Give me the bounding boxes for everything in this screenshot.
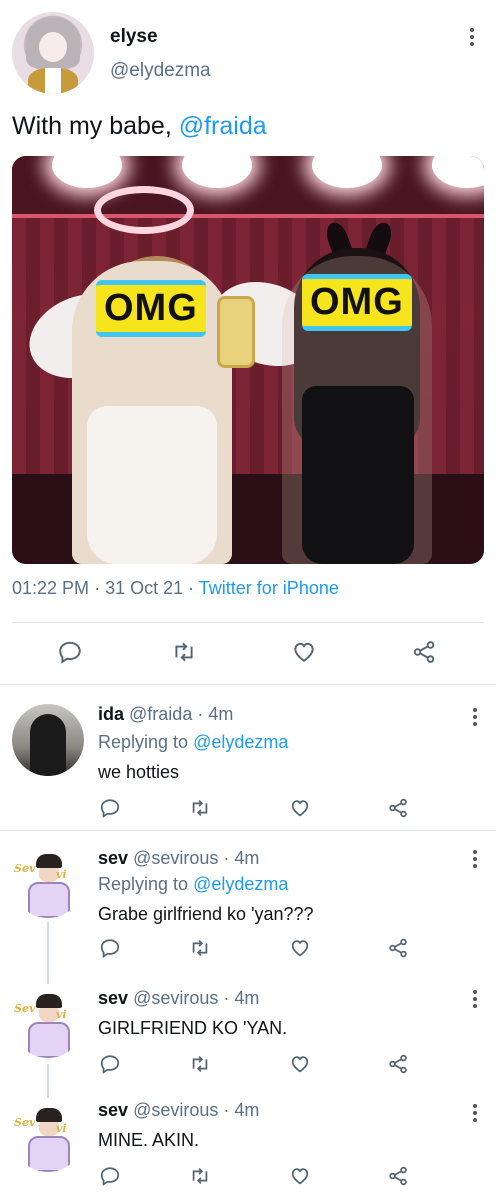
avatar[interactable] bbox=[12, 704, 84, 776]
reply-text: Grabe girlfriend ko 'yan??? bbox=[98, 904, 314, 924]
reply-author-handle[interactable]: @fraida bbox=[129, 704, 192, 724]
retweet-icon bbox=[192, 1056, 208, 1072]
retweet-button[interactable] bbox=[168, 636, 200, 668]
more-icon[interactable] bbox=[472, 990, 478, 1008]
avatar[interactable]: Sev vi bbox=[12, 1100, 84, 1172]
share-button[interactable] bbox=[384, 794, 412, 822]
mention-link[interactable]: @fraida bbox=[179, 112, 267, 140]
reply-header: ida @fraida · 4m bbox=[98, 704, 234, 724]
reply-button[interactable] bbox=[96, 934, 124, 962]
tweet-source[interactable]: Twitter for iPhone bbox=[199, 578, 339, 598]
reply-time: 4m bbox=[234, 988, 260, 1008]
mention-link[interactable]: @elydezma bbox=[193, 874, 288, 894]
share-button[interactable] bbox=[384, 934, 412, 962]
reply-icon bbox=[100, 1055, 120, 1074]
share-button[interactable] bbox=[384, 1162, 412, 1190]
tweet-photo[interactable]: OMG OMG bbox=[12, 156, 484, 564]
tweet-date: 31 Oct 21 bbox=[105, 578, 184, 598]
mention-link[interactable]: @elydezma bbox=[193, 732, 288, 752]
avatar[interactable] bbox=[12, 12, 94, 94]
author-name[interactable]: elyse bbox=[110, 26, 158, 48]
avatar[interactable]: Sev vi bbox=[12, 986, 84, 1058]
heart-icon bbox=[291, 800, 309, 817]
reply-text: MINE. AKIN. bbox=[98, 1130, 200, 1150]
share-button[interactable] bbox=[408, 636, 440, 668]
share-icon bbox=[413, 641, 435, 663]
share-icon bbox=[389, 798, 407, 818]
reply-author-handle[interactable]: @sevirous bbox=[133, 1100, 218, 1120]
reply-icon bbox=[100, 939, 120, 958]
heart-icon bbox=[291, 1056, 309, 1073]
like-button[interactable] bbox=[288, 636, 320, 668]
retweet-button[interactable] bbox=[186, 1162, 214, 1190]
divider bbox=[0, 684, 496, 685]
reply-button[interactable] bbox=[54, 636, 86, 668]
like-button[interactable] bbox=[286, 1162, 314, 1190]
tweet-time: 01:22 PM bbox=[12, 578, 90, 598]
thread-line bbox=[47, 922, 49, 984]
reply-time: 4m bbox=[234, 848, 260, 868]
reply-author-name[interactable]: sev bbox=[98, 848, 128, 868]
like-button[interactable] bbox=[286, 794, 314, 822]
omg-sticker-right: OMG bbox=[302, 274, 412, 331]
replying-to: Replying to @elydezma bbox=[98, 874, 289, 894]
heart-icon bbox=[294, 642, 314, 662]
share-button[interactable] bbox=[384, 1050, 412, 1078]
reply-header: sev @sevirous · 4m bbox=[98, 1100, 260, 1120]
reply-icon bbox=[100, 799, 120, 818]
more-icon[interactable] bbox=[472, 850, 478, 868]
share-icon bbox=[389, 1054, 407, 1074]
more-icon[interactable] bbox=[469, 28, 475, 46]
author-handle[interactable]: @elydezma bbox=[110, 60, 211, 82]
reply-button[interactable] bbox=[96, 1162, 124, 1190]
reply-button[interactable] bbox=[96, 1050, 124, 1078]
thread-line bbox=[47, 1064, 49, 1098]
reply-header: sev @sevirous · 4m bbox=[98, 848, 260, 868]
reply-text: we hotties bbox=[98, 762, 180, 782]
replying-to: Replying to @elydezma bbox=[98, 732, 289, 752]
avatar[interactable]: Sev vi bbox=[12, 846, 84, 918]
retweet-button[interactable] bbox=[186, 934, 214, 962]
heart-icon bbox=[291, 1168, 309, 1185]
more-icon[interactable] bbox=[472, 708, 478, 726]
divider bbox=[0, 830, 496, 831]
more-icon[interactable] bbox=[472, 1104, 478, 1122]
retweet-icon bbox=[192, 800, 208, 816]
share-icon bbox=[389, 938, 407, 958]
like-button[interactable] bbox=[286, 1050, 314, 1078]
share-icon bbox=[389, 1166, 407, 1186]
reply-time: 4m bbox=[208, 704, 234, 724]
retweet-button[interactable] bbox=[186, 1050, 214, 1078]
reply-author-handle[interactable]: @sevirous bbox=[133, 988, 218, 1008]
reply-icon bbox=[59, 641, 81, 664]
heart-icon bbox=[291, 940, 309, 957]
reply-icon bbox=[100, 1167, 120, 1186]
reply-button[interactable] bbox=[96, 794, 124, 822]
retweet-button[interactable] bbox=[186, 794, 214, 822]
reply-header: sev @sevirous · 4m bbox=[98, 988, 260, 1008]
reply-author-handle[interactable]: @sevirous bbox=[133, 848, 218, 868]
reply-author-name[interactable]: sev bbox=[98, 1100, 128, 1120]
tweet-text: With my babe, @fraida bbox=[12, 112, 267, 141]
tweet-text-body: With my babe, bbox=[12, 112, 179, 140]
retweet-icon bbox=[192, 1168, 208, 1184]
reply-text: GIRLFRIEND KO 'YAN. bbox=[98, 1018, 288, 1038]
retweet-icon bbox=[175, 642, 193, 662]
reply-time: 4m bbox=[234, 1100, 260, 1120]
reply-author-name[interactable]: ida bbox=[98, 704, 124, 724]
tweet-meta: 01:22 PM · 31 Oct 21 · Twitter for iPhon… bbox=[12, 578, 339, 598]
omg-sticker-left: OMG bbox=[96, 280, 206, 337]
like-button[interactable] bbox=[286, 934, 314, 962]
reply-author-name[interactable]: sev bbox=[98, 988, 128, 1008]
divider bbox=[12, 622, 484, 623]
retweet-icon bbox=[192, 940, 208, 956]
